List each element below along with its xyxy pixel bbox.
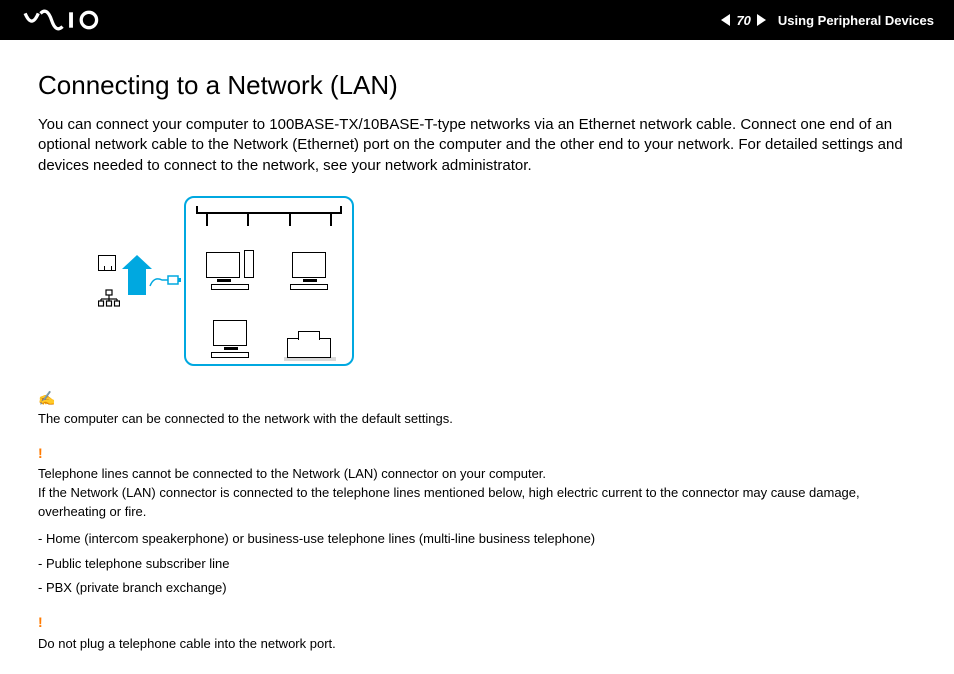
- page-header: 70 Using Peripheral Devices: [0, 0, 954, 40]
- section-label: Using Peripheral Devices: [778, 13, 934, 28]
- notes-section: ✍ The computer can be connected to the n…: [38, 388, 916, 654]
- warning-text-1: Telephone lines cannot be connected to t…: [38, 466, 546, 481]
- warning-text-3: Do not plug a telephone cable into the n…: [38, 636, 336, 651]
- warning-text-2: If the Network (LAN) connector is connec…: [38, 485, 860, 519]
- next-page-icon[interactable]: [757, 14, 766, 26]
- warning-note-2: ! Do not plug a telephone cable into the…: [38, 612, 916, 653]
- page-number: 70: [736, 13, 750, 28]
- page-content: Connecting to a Network (LAN) You can co…: [0, 40, 954, 653]
- network-tree-icon: [98, 289, 120, 307]
- ethernet-jack-icon: [98, 255, 116, 271]
- cable-plug-icon: [148, 272, 176, 290]
- intro-paragraph: You can connect your computer to 100BASE…: [38, 115, 916, 176]
- printer-icon: [271, 294, 346, 358]
- computer-icon: [192, 226, 267, 290]
- vaio-logo: [18, 9, 118, 31]
- tip-icon: ✍: [38, 388, 55, 408]
- page-nav: 70: [721, 13, 765, 28]
- tip-text: The computer can be connected to the net…: [38, 411, 453, 426]
- up-arrow-icon: [128, 267, 146, 295]
- list-item: Home (intercom speakerphone) or business…: [38, 530, 916, 549]
- header-right: 70 Using Peripheral Devices: [721, 13, 934, 28]
- computer-icon: [192, 294, 267, 358]
- list-item: Public telephone subscriber line: [38, 555, 916, 574]
- tip-note: ✍ The computer can be connected to the n…: [38, 388, 916, 429]
- warning-icon: !: [38, 612, 43, 632]
- list-item: PBX (private branch exchange): [38, 579, 916, 598]
- lan-network-illustration: [184, 196, 354, 366]
- warning-icon: !: [38, 443, 43, 463]
- warning-bullet-list: Home (intercom speakerphone) or business…: [38, 530, 916, 599]
- port-and-legend-icon: [98, 255, 120, 307]
- prev-page-icon[interactable]: [721, 14, 730, 26]
- network-diagram: [98, 196, 916, 366]
- computer-icon: [271, 226, 346, 290]
- connect-arrow-icon: [128, 267, 176, 295]
- page-title: Connecting to a Network (LAN): [38, 70, 916, 101]
- warning-note-1: ! Telephone lines cannot be connected to…: [38, 443, 916, 598]
